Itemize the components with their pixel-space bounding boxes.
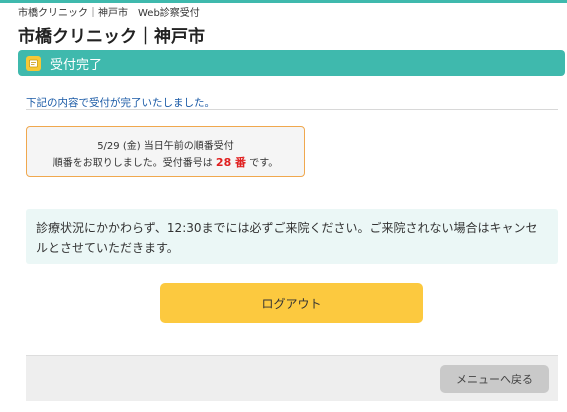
status-banner: 受付完了 bbox=[18, 50, 565, 76]
ticket-icon bbox=[26, 55, 41, 71]
intro-text: 下記の内容で受付が完了いたしました。 bbox=[26, 97, 215, 109]
breadcrumb: 市橋クリニック｜神戸市 Web診察受付 bbox=[18, 8, 200, 19]
page-title: 市橋クリニック｜神戸市 bbox=[18, 27, 205, 47]
receipt-date-line: 5/29 (金) 当日午前の順番受付 bbox=[97, 141, 234, 152]
divider bbox=[26, 109, 558, 110]
notice-message: 診療状況にかかわらず、12:30までには必ずご来院ください。ご来院されない場合は… bbox=[26, 209, 558, 264]
receipt-number: 28 番 bbox=[215, 156, 247, 169]
receipt-suffix: です。 bbox=[246, 158, 279, 169]
receipt-prefix: 順番をお取りしました。受付番号は bbox=[52, 158, 216, 169]
logout-button[interactable]: ログアウト bbox=[160, 283, 423, 323]
page: 市橋クリニック｜神戸市 Web診察受付 市橋クリニック｜神戸市 受付完了 下記の… bbox=[0, 0, 567, 412]
back-to-menu-button[interactable]: メニューへ戻る bbox=[440, 365, 549, 393]
top-accent-bar bbox=[0, 0, 567, 3]
receipt-number-line: 順番をお取りしました。受付番号は 28 番 です。 bbox=[27, 154, 304, 170]
banner-title: 受付完了 bbox=[50, 57, 103, 73]
footer-bar: メニューへ戻る bbox=[26, 355, 558, 401]
receipt-box: 5/29 (金) 当日午前の順番受付 順番をお取りしました。受付番号は 28 番… bbox=[26, 126, 305, 177]
